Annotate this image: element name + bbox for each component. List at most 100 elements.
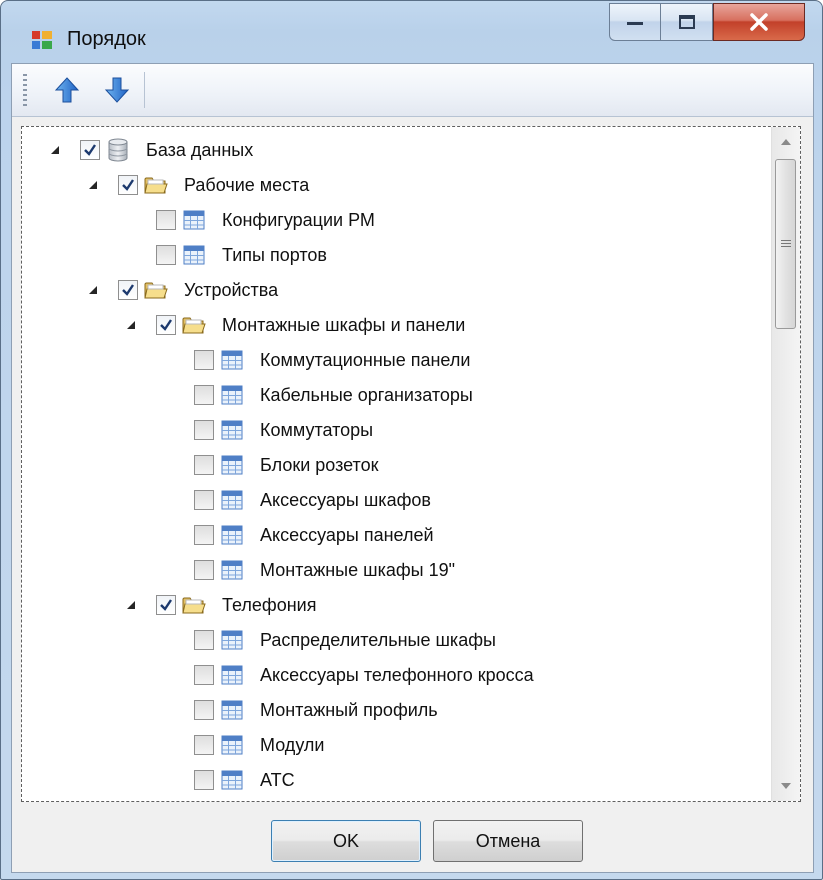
tree-row[interactable]: Телефония <box>124 588 316 622</box>
check-icon <box>122 284 134 296</box>
tree-item-label: Модули <box>260 734 325 755</box>
tree-item-label: Коммутаторы <box>260 419 374 440</box>
tree-row[interactable]: Коммутационные панели <box>162 343 470 377</box>
scroll-up-arrow[interactable] <box>772 127 800 157</box>
tree-item-label: АТС <box>260 769 295 790</box>
tree-checkbox[interactable] <box>194 385 214 405</box>
database-icon <box>106 138 130 162</box>
tree-checkbox[interactable] <box>156 315 176 335</box>
check-icon <box>122 179 134 191</box>
dialog-window: Порядок База данных Рабочие места Конфиг… <box>0 0 823 880</box>
minimize-button[interactable] <box>609 3 661 41</box>
table-icon <box>220 698 244 722</box>
table-icon <box>220 383 244 407</box>
expand-triangle-icon[interactable] <box>86 178 100 192</box>
tree-checkbox[interactable] <box>194 420 214 440</box>
tree-row[interactable]: Монтажный профиль <box>162 693 438 727</box>
tree-checkbox[interactable] <box>194 350 214 370</box>
tree-row[interactable]: Конфигурации РМ <box>124 203 375 237</box>
dialog-client-area: База данных Рабочие места Конфигурации РМ Т… <box>11 63 814 873</box>
tree-item-label: Кабельные организаторы <box>260 384 473 405</box>
table-icon <box>220 768 244 792</box>
tree-checkbox[interactable] <box>118 175 138 195</box>
tree-item-label: Аксессуары телефонного кросса <box>260 664 534 685</box>
tree-checkbox[interactable] <box>194 700 214 720</box>
cancel-button[interactable]: Отмена <box>433 820 583 862</box>
arrow-down-icon <box>104 77 130 103</box>
tree-item-label: Коммутационные панели <box>260 349 471 370</box>
tree-row[interactable]: АТС <box>162 763 295 797</box>
scrollbar-thumb[interactable] <box>775 159 796 329</box>
scroll-up-icon <box>781 139 791 145</box>
check-icon <box>160 319 172 331</box>
tree-checkbox[interactable] <box>194 560 214 580</box>
expand-triangle-icon[interactable] <box>86 283 100 297</box>
table-icon <box>220 628 244 652</box>
folder-icon <box>144 173 168 197</box>
tree-checkbox[interactable] <box>194 770 214 790</box>
tree-checkbox[interactable] <box>156 210 176 230</box>
toolbar <box>12 64 813 117</box>
tree-item-label: Конфигурации РМ <box>222 209 375 230</box>
tree-checkbox[interactable] <box>194 630 214 650</box>
folder-icon <box>182 313 206 337</box>
tree-item-label: Распределительные шкафы <box>260 629 496 650</box>
tree-checkbox[interactable] <box>118 280 138 300</box>
grip-icon <box>780 240 791 247</box>
move-up-button[interactable] <box>52 75 82 105</box>
tree-row[interactable]: Типы портов <box>124 238 327 272</box>
maximize-button[interactable] <box>661 3 713 41</box>
tree-row[interactable]: Устройства <box>86 273 278 307</box>
tree-checkbox[interactable] <box>156 245 176 265</box>
tree-row[interactable]: Распределительные шкафы <box>162 623 496 657</box>
tree-view[interactable]: База данных Рабочие места Конфигурации РМ Т… <box>21 126 801 802</box>
tree-row[interactable]: Блоки розеток <box>162 448 378 482</box>
tree-item-label: Типы портов <box>222 244 327 265</box>
tree-checkbox[interactable] <box>194 455 214 475</box>
toolbar-separator <box>144 72 145 108</box>
tree-item-label: Блоки розеток <box>260 454 379 475</box>
tree-item-label: Рабочие места <box>184 174 310 195</box>
arrow-up-icon <box>54 77 80 103</box>
tree-item-label: Аксессуары панелей <box>260 524 434 545</box>
tree-checkbox[interactable] <box>194 490 214 510</box>
scroll-down-icon <box>781 783 791 789</box>
ok-button[interactable]: OK <box>271 820 421 862</box>
scroll-down-arrow[interactable] <box>772 771 800 801</box>
vertical-scrollbar[interactable] <box>771 127 800 801</box>
tree-checkbox[interactable] <box>156 595 176 615</box>
tree-row[interactable]: Монтажные шкафы 19" <box>162 553 455 587</box>
folder-icon <box>182 593 206 617</box>
tree-checkbox[interactable] <box>80 140 100 160</box>
tree-row[interactable]: Аксессуары телефонного кросса <box>162 658 534 692</box>
minimize-icon <box>627 22 643 25</box>
tree-checkbox[interactable] <box>194 735 214 755</box>
tree-row[interactable]: Монтажные шкафы и панели <box>124 308 465 342</box>
tree-row[interactable]: Коммутаторы <box>162 413 373 447</box>
expand-triangle-icon[interactable] <box>124 598 138 612</box>
tree-item-label: Аксессуары шкафов <box>260 489 431 510</box>
table-icon <box>220 523 244 547</box>
expand-triangle-icon[interactable] <box>124 318 138 332</box>
title-bar[interactable]: Порядок <box>1 1 822 63</box>
window-title: Порядок <box>67 28 146 50</box>
tree-row[interactable]: Рабочие места <box>86 168 309 202</box>
table-icon <box>220 663 244 687</box>
expand-triangle-icon[interactable] <box>48 143 62 157</box>
tree-checkbox[interactable] <box>194 525 214 545</box>
tree-row[interactable]: Аксессуары шкафов <box>162 483 431 517</box>
toolbar-grip[interactable] <box>23 74 27 106</box>
table-icon <box>220 453 244 477</box>
tree-row[interactable]: База данных <box>48 133 253 167</box>
tree-item-label: Монтажный профиль <box>260 699 438 720</box>
move-down-button[interactable] <box>102 75 132 105</box>
close-button[interactable] <box>713 3 805 41</box>
tree-row[interactable]: Аксессуары панелей <box>162 518 434 552</box>
close-icon <box>750 13 768 31</box>
tree-item-label: Устройства <box>184 279 279 300</box>
check-icon <box>84 144 96 156</box>
tree-checkbox[interactable] <box>194 665 214 685</box>
tree-row[interactable]: Кабельные организаторы <box>162 378 473 412</box>
tree-row[interactable]: Модули <box>162 728 324 762</box>
app-icon <box>32 31 52 49</box>
